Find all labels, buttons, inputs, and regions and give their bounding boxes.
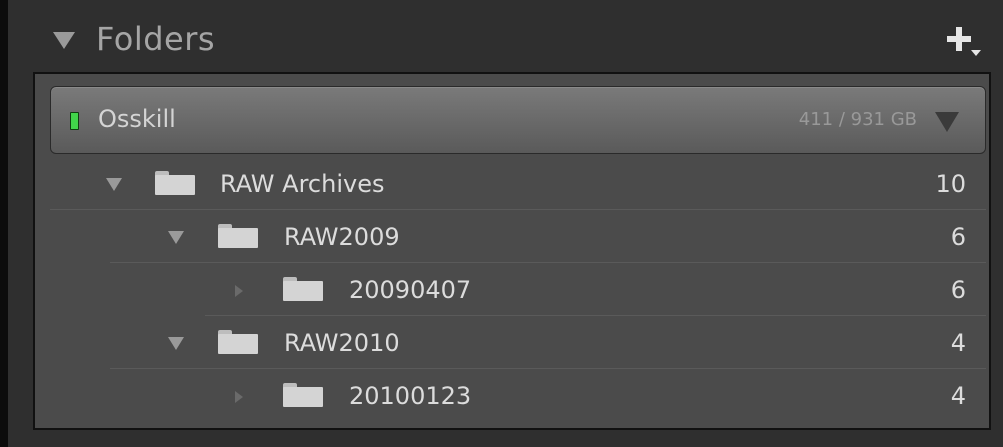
- folder-icon: [155, 171, 195, 195]
- expand-triangle-icon[interactable]: [106, 178, 122, 191]
- folder-name: RAW2009: [284, 223, 400, 251]
- folder-icon: [283, 383, 323, 407]
- plus-icon: [956, 27, 962, 51]
- folder-name: 20100123: [349, 382, 472, 410]
- collapsed-triangle-icon[interactable]: [235, 391, 243, 403]
- folder-name: 20090407: [349, 276, 472, 304]
- volume-status-led-icon: [70, 112, 79, 130]
- volume-name: Osskill: [98, 105, 176, 133]
- folder-name: RAW Archives: [220, 170, 385, 198]
- collapsed-triangle-icon[interactable]: [235, 285, 243, 297]
- folder-icon: [283, 277, 323, 301]
- folder-icon: [218, 224, 258, 248]
- folder-count: 4: [950, 382, 966, 410]
- dropdown-caret-icon: [971, 50, 981, 56]
- folder-count: 4: [950, 329, 966, 357]
- folder-row[interactable]: RAW2009 6: [110, 211, 986, 263]
- folder-count: 6: [950, 223, 966, 251]
- panel-header[interactable]: Folders: [8, 6, 1003, 70]
- folder-icon: [218, 330, 258, 354]
- expand-triangle-icon[interactable]: [168, 231, 184, 244]
- folder-name: RAW2010: [284, 329, 400, 357]
- folder-row[interactable]: RAW2010 4: [110, 317, 986, 369]
- add-folder-button[interactable]: [944, 24, 981, 56]
- panel-title: Folders: [96, 20, 216, 58]
- folder-count: 6: [950, 276, 966, 304]
- expand-triangle-icon[interactable]: [168, 337, 184, 350]
- left-border: [0, 0, 8, 447]
- volume-header[interactable]: Osskill 411 / 931 GB: [50, 86, 986, 154]
- folder-count: 10: [935, 170, 966, 198]
- volume-usage: 411 / 931 GB: [798, 109, 917, 130]
- folder-row[interactable]: 20100123 4: [205, 370, 986, 422]
- folder-row[interactable]: RAW Archives 10: [50, 158, 986, 210]
- folder-row[interactable]: 20090407 6: [205, 264, 986, 316]
- volume-menu-triangle-icon[interactable]: [935, 112, 959, 132]
- collapse-triangle-icon[interactable]: [53, 32, 75, 49]
